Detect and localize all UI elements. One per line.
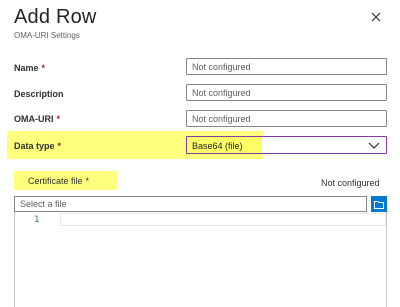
required-marker: * [56, 114, 61, 124]
certificate-file-label: Certificate file * [28, 176, 89, 186]
description-label: Description [14, 89, 64, 99]
description-label-text: Description [14, 89, 64, 99]
data-type-selected-value: Base64 (file) [192, 141, 243, 151]
required-marker: * [41, 63, 46, 73]
certificate-label-text: Certificate file [28, 176, 83, 186]
select-file-input[interactable]: Select a file [14, 196, 367, 212]
folder-icon [374, 200, 384, 209]
line-number: 1 [34, 215, 40, 225]
close-icon[interactable] [369, 10, 383, 24]
name-label: Name * [14, 63, 45, 73]
data-type-label: Data type * [14, 141, 61, 151]
description-input[interactable]: Not configured [186, 84, 387, 101]
file-content-editor[interactable] [14, 212, 387, 307]
panel-subtitle: OMA-URI Settings [14, 31, 80, 40]
name-label-text: Name [14, 63, 39, 73]
browse-button[interactable] [371, 196, 387, 212]
required-marker: * [85, 176, 90, 186]
required-marker: * [57, 141, 62, 151]
panel-title: Add Row [14, 6, 97, 28]
oma-uri-label-text: OMA-URI [14, 114, 54, 124]
data-type-label-text: Data type [14, 141, 55, 151]
oma-uri-label: OMA-URI * [14, 114, 60, 124]
chevron-down-icon[interactable] [368, 140, 380, 150]
name-input[interactable]: Not configured [186, 58, 387, 75]
certificate-status: Not configured [321, 178, 380, 188]
oma-uri-input[interactable]: Not configured [186, 110, 387, 127]
current-line-highlight [60, 213, 386, 226]
